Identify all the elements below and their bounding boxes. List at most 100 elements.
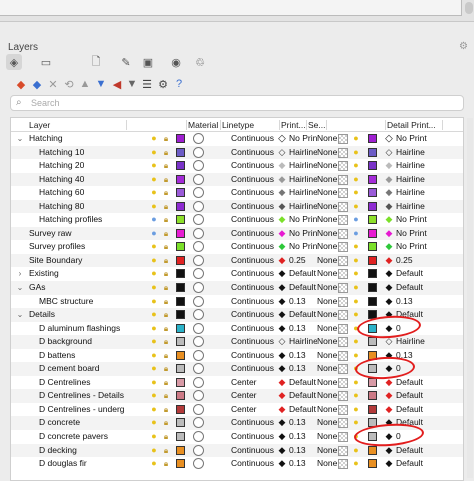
print-width-diamond-icon[interactable]: ◆: [277, 389, 287, 403]
linetype-value[interactable]: Continuous: [231, 213, 275, 227]
print-width-value[interactable]: Default: [289, 267, 317, 281]
collapse-icon[interactable]: ⌄: [13, 308, 27, 322]
detail-print-width-value[interactable]: Hairline: [396, 173, 456, 187]
print-width-value[interactable]: 0.13: [289, 416, 317, 430]
section-style-value[interactable]: None: [317, 416, 339, 430]
visibility-bulb-icon[interactable]: ●: [149, 173, 159, 187]
linetype-value[interactable]: Continuous: [231, 227, 275, 241]
collapse-icon[interactable]: [23, 430, 37, 444]
lock-icon[interactable]: 🔒︎: [161, 173, 171, 187]
print-width-diamond-icon[interactable]: ◆: [277, 159, 287, 173]
layer-color-swatch[interactable]: [176, 228, 185, 238]
print-width-value[interactable]: Hairline: [289, 146, 317, 160]
lock-icon[interactable]: 🔒︎: [161, 159, 171, 173]
lock-icon[interactable]: 🔒︎: [161, 457, 171, 471]
detail-print-width-value[interactable]: Hairline: [396, 159, 456, 173]
detail-print-width-value[interactable]: Hairline: [396, 186, 456, 200]
detail-visibility-bulb-icon[interactable]: ●: [351, 376, 361, 390]
camera-tab[interactable]: ◉: [168, 54, 184, 70]
lock-icon[interactable]: 🔒︎: [161, 146, 171, 160]
collapse-icon[interactable]: [23, 403, 37, 417]
section-style-value[interactable]: None: [317, 403, 339, 417]
material-icon[interactable]: [193, 240, 206, 254]
table-row[interactable]: Hatching 60 ● 🔒︎ Continuous ◆ Hairline None ● ◆ H…: [11, 186, 463, 200]
layer-color-swatch[interactable]: [176, 337, 185, 347]
layer-color-swatch[interactable]: [176, 432, 185, 442]
undo-icon[interactable]: ⟲: [62, 77, 76, 91]
detail-visibility-bulb-icon[interactable]: ●: [351, 389, 361, 403]
layer-color-swatch[interactable]: [176, 161, 185, 171]
print-width-diamond-icon[interactable]: ◆: [277, 186, 287, 200]
detail-print-diamond-icon[interactable]: ◆: [384, 403, 394, 417]
detail-layer-color-swatch[interactable]: [368, 228, 377, 238]
material-icon[interactable]: [193, 173, 206, 187]
detail-print-diamond-icon[interactable]: ◆: [384, 227, 394, 241]
detail-color-checker[interactable]: [338, 404, 348, 415]
print-width-diamond-icon[interactable]: ◆: [277, 308, 287, 322]
layer-color-swatch[interactable]: [176, 418, 185, 428]
detail-visibility-bulb-icon[interactable]: ●: [351, 416, 361, 430]
lock-icon[interactable]: 🔒︎: [161, 389, 171, 403]
material-icon[interactable]: [193, 227, 206, 241]
detail-color-checker[interactable]: [338, 242, 348, 253]
material-icon[interactable]: [193, 430, 206, 444]
settings-icon[interactable]: ⚙: [156, 77, 170, 91]
linetype-value[interactable]: Continuous: [231, 173, 275, 187]
linetype-value[interactable]: Continuous: [231, 186, 275, 200]
table-row[interactable]: › Existing ● 🔒︎ Continuous ◆ Default None ● ◆ Defa…: [11, 267, 463, 281]
print-width-value[interactable]: Hairline: [289, 173, 317, 187]
visibility-bulb-icon[interactable]: ●: [149, 322, 159, 336]
detail-layer-color-swatch[interactable]: [368, 215, 377, 225]
section-style-value[interactable]: None: [317, 444, 339, 458]
help-icon[interactable]: ?: [172, 77, 186, 91]
layer-name[interactable]: Details: [29, 308, 154, 322]
detail-print-diamond-icon[interactable]: ◆: [384, 159, 394, 173]
section-style-value[interactable]: None: [317, 281, 339, 295]
detail-color-checker[interactable]: [338, 255, 348, 266]
detail-print-diamond-icon[interactable]: ◆: [384, 240, 394, 254]
detail-print-diamond-icon[interactable]: ◆: [384, 281, 394, 295]
linetype-value[interactable]: Continuous: [231, 349, 275, 363]
detail-visibility-bulb-icon[interactable]: ●: [351, 335, 361, 349]
linetype-value[interactable]: Continuous: [231, 159, 275, 173]
print-width-value[interactable]: 0.13: [289, 349, 317, 363]
lock-icon[interactable]: 🔒︎: [161, 267, 171, 281]
print-width-diamond-icon[interactable]: ◆: [277, 240, 287, 254]
layer-name[interactable]: Existing: [29, 267, 154, 281]
detail-visibility-bulb-icon[interactable]: ●: [351, 267, 361, 281]
table-row[interactable]: D Centrelines - underg ● 🔒︎ Center ◆ Default N…: [11, 403, 463, 417]
detail-visibility-bulb-icon[interactable]: ●: [351, 132, 361, 146]
detail-print-width-value[interactable]: Hairline: [396, 200, 456, 214]
section-style-value[interactable]: None: [317, 335, 339, 349]
table-row[interactable]: D Centrelines ● 🔒︎ Center ◆ Default None ● ◆ Defa…: [11, 376, 463, 390]
section-style-value[interactable]: None: [317, 227, 339, 241]
visibility-bulb-icon[interactable]: ●: [149, 186, 159, 200]
print-width-diamond-icon[interactable]: ◇: [277, 146, 287, 160]
move-up-icon[interactable]: ▲: [78, 77, 92, 91]
print-width-value[interactable]: Hairline: [289, 159, 317, 173]
top-scrollbar[interactable]: [465, 2, 473, 14]
print-width-value[interactable]: Hairline: [289, 200, 317, 214]
table-row[interactable]: ⌄ GAs ● 🔒︎ Continuous ◆ Default None ● ◆ Default: [11, 281, 463, 295]
layer-name[interactable]: Hatching 60: [39, 186, 164, 200]
layer-color-swatch[interactable]: [176, 459, 185, 469]
visibility-bulb-icon[interactable]: ●: [149, 308, 159, 322]
material-icon[interactable]: [193, 335, 206, 349]
print-width-diamond-icon[interactable]: ◆: [277, 254, 287, 268]
print-width-value[interactable]: No Print: [289, 240, 317, 254]
material-icon[interactable]: [193, 281, 206, 295]
print-width-value[interactable]: Default: [289, 389, 317, 403]
detail-color-checker[interactable]: [338, 296, 348, 307]
print-width-diamond-icon[interactable]: ◆: [277, 444, 287, 458]
layer-name[interactable]: Survey raw: [29, 227, 154, 241]
section-style-value[interactable]: None: [317, 240, 339, 254]
layer-name[interactable]: MBC structure: [39, 295, 164, 309]
layer-color-swatch[interactable]: [176, 364, 185, 374]
detail-print-diamond-icon[interactable]: ◇: [384, 146, 394, 160]
linetype-value[interactable]: Continuous: [231, 240, 275, 254]
detail-color-checker[interactable]: [338, 283, 348, 294]
print-width-diamond-icon[interactable]: ◆: [277, 457, 287, 471]
print-width-value[interactable]: Hairline: [289, 186, 317, 200]
detail-visibility-bulb-icon[interactable]: ●: [351, 200, 361, 214]
table-row[interactable]: Hatching profiles ● 🔒︎ Continuous ◆ No Print N…: [11, 213, 463, 227]
